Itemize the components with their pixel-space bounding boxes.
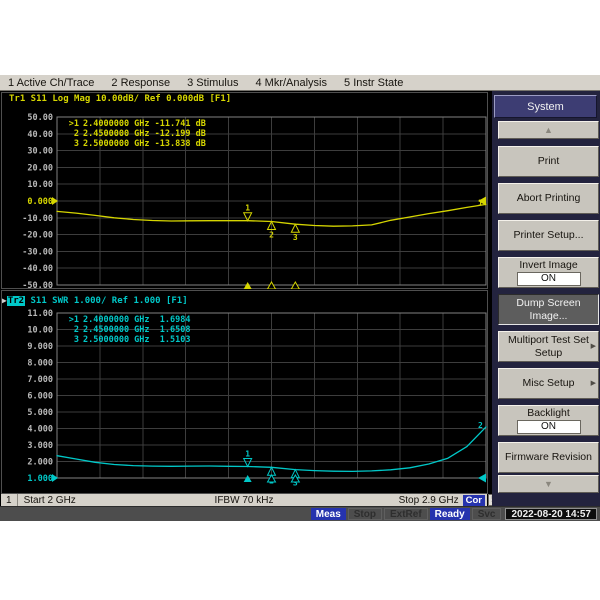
- softkey-label: Abort Printing: [516, 192, 581, 205]
- softkey-invert-image[interactable]: Invert Image ON: [498, 257, 599, 288]
- marker-readout-value: 2.4000000 GHz -11.741 dB: [83, 119, 206, 129]
- softkey-label: Printer Setup...: [513, 229, 584, 242]
- status-2022-08-20-14-57: 2022-08-20 14:57: [505, 508, 597, 520]
- marker-readout-number: >1: [69, 119, 79, 129]
- softkey-firmware-revision[interactable]: Firmware Revision: [498, 442, 599, 473]
- y-tick-label: 3.000: [27, 441, 53, 451]
- y-tick-label: 20.00: [27, 163, 53, 173]
- y-tick-label: 5.000: [27, 408, 53, 418]
- y-tick-label: 30.00: [27, 147, 53, 157]
- y-tick-label: -50.00: [22, 281, 53, 289]
- trace1-header-text: S11 Log Mag 10.00dB/ Ref 0.000dB [F1]: [25, 94, 232, 104]
- display-area: 50.00 40.00 30.00 20.00 10.00 0.000 -10.00 -20.…: [0, 91, 600, 506]
- marker-readout-value: 2.5000000 GHz -13.838 dB: [83, 139, 206, 149]
- y-tick-label: -30.00: [22, 247, 53, 257]
- stop-frequency: Stop 2.9 GHz: [398, 494, 459, 506]
- chart2-swr: 11.00 10.00 9.000 8.000 7.000 6.000 5.000 4.000…: [1, 290, 488, 494]
- status-bar: Meas Stop ExtRef Ready Svc 2022-08-20 14:57: [0, 506, 600, 521]
- ifbw-readout: IFBW 70 kHz: [214, 494, 274, 506]
- scroll-up-icon[interactable]: ▲: [498, 121, 599, 139]
- marker-1-number: 1: [245, 449, 250, 458]
- softkey-backlight[interactable]: Backlight ON: [498, 405, 599, 436]
- trace-number-flag: 2: [478, 421, 483, 430]
- menu-item-2[interactable]: 2 Response: [111, 77, 170, 89]
- y-tick-label: 7.000: [27, 375, 53, 385]
- softkey-abort-printing[interactable]: Abort Printing: [498, 183, 599, 214]
- softkey-printer-setup[interactable]: Printer Setup...: [498, 220, 599, 251]
- softkey-label: Print: [537, 155, 560, 168]
- marker-readout-value: 2.4000000 GHz 1.6984: [83, 315, 190, 325]
- chart1-log-mag: 50.00 40.00 30.00 20.00 10.00 0.000 -10.00 -20.…: [1, 92, 488, 289]
- y-tick-label: -10.00: [22, 214, 53, 224]
- softkey-label: Multiport Test Set Setup: [508, 334, 589, 359]
- status-ready: Ready: [429, 508, 470, 520]
- softkey-label: Dump Screen Image...: [516, 297, 581, 322]
- y-tick-label: -20.00: [22, 231, 53, 241]
- trace2-label: Tr2: [6, 296, 26, 306]
- status-extref: ExtRef: [383, 508, 428, 520]
- y-tick-label: 6.000: [27, 392, 53, 402]
- menu-item-1[interactable]: 1 Active Ch/Trace: [8, 77, 94, 89]
- status-stop: Stop: [347, 508, 382, 520]
- softkey-panel: System ▲ Print Abort Printing Printer Setup.…: [492, 91, 600, 506]
- marker-1-glyph[interactable]: [242, 212, 253, 222]
- ref-level-label: 0.000: [27, 197, 53, 207]
- y-tick-label: 8.000: [27, 359, 53, 369]
- status-meas: Meas: [310, 508, 346, 520]
- y-tick-label: 11.00: [27, 309, 53, 319]
- marker-readout-number: 2: [74, 325, 79, 335]
- menu-item-3[interactable]: 3 Stimulus: [187, 77, 238, 89]
- marker-readout-value: 2.5000000 GHz 1.5103: [83, 335, 190, 345]
- marker-1-number: 1: [245, 204, 250, 213]
- softkey-label: Misc Setup: [522, 377, 575, 390]
- y-tick-label: 10.00: [27, 326, 53, 336]
- trace1-label: Tr1: [9, 94, 26, 104]
- start-frequency: Start 2 GHz: [23, 494, 76, 506]
- trace2-header[interactable]: ▶Tr2 S11 SWR 1.000/ Ref 1.000 [F1]: [2, 295, 188, 307]
- softkey-misc-setup[interactable]: Misc Setup ▶: [498, 368, 599, 399]
- softkey-state-value: ON: [516, 420, 581, 435]
- marker-readout-value: 2.4500000 GHz -12.199 dB: [83, 129, 206, 139]
- marker-readout-number: 3: [74, 335, 79, 345]
- marker-readout-number: 3: [74, 139, 79, 149]
- y-tick-label: 4.000: [27, 425, 53, 435]
- softkey-label: Backlight: [527, 406, 570, 419]
- status-svc: Svc: [471, 508, 502, 520]
- ref-level-label: 1.000: [27, 474, 53, 484]
- menu-item-5[interactable]: 5 Instr State: [344, 77, 403, 89]
- submenu-arrow-icon: ▶: [590, 342, 596, 350]
- marker-3-number: 3: [293, 233, 298, 242]
- channel-number: 1: [3, 494, 18, 506]
- softkey-label: Invert Image: [519, 258, 578, 271]
- softkey-label: Firmware Revision: [505, 451, 592, 464]
- y-tick-label: 40.00: [27, 130, 53, 140]
- softkey-menu-title[interactable]: System: [494, 95, 597, 118]
- y-tick-label: 2.000: [27, 458, 53, 468]
- menu-bar: 1 Active Ch/Trace 2 Response 3 Stimulus 4 M…: [0, 74, 600, 91]
- ref-level-pointer-right: [478, 473, 486, 483]
- marker-readout-number: 2: [74, 129, 79, 139]
- scroll-down-icon[interactable]: ▼: [498, 475, 599, 493]
- y-tick-label: 50.00: [27, 113, 53, 123]
- softkey-dump-screen-image[interactable]: Dump Screen Image...: [498, 294, 599, 325]
- correction-badge: Cor: [462, 494, 485, 506]
- y-tick-label: 9.000: [27, 342, 53, 352]
- submenu-arrow-icon: ▶: [590, 379, 596, 387]
- vna-screen: 1 Active Ch/Trace 2 Response 3 Stimulus 4 M…: [0, 0, 600, 600]
- softkey-multiport-test-set-setup[interactable]: Multiport Test Set Setup ▶: [498, 331, 599, 362]
- marker-2-number: 2: [269, 230, 274, 239]
- y-tick-label: -40.00: [22, 264, 53, 274]
- trace-number-flag: 1: [478, 198, 483, 207]
- stimulus-bar: 1 Start 2 GHz IFBW 70 kHz Stop 2.9 GHz C…: [1, 494, 487, 506]
- softkey-print[interactable]: Print: [498, 146, 599, 177]
- softkey-state-value: ON: [516, 272, 581, 287]
- trace1-header[interactable]: Tr1 S11 Log Mag 10.00dB/ Ref 0.000dB [F1…: [9, 94, 231, 105]
- marker-3-glyph[interactable]: [290, 223, 301, 233]
- marker-readout-number: >1: [69, 315, 79, 325]
- y-tick-label: 10.00: [27, 180, 53, 190]
- trace2-header-text: S11 SWR 1.000/ Ref 1.000 [F1]: [25, 296, 188, 306]
- menu-item-4[interactable]: 4 Mkr/Analysis: [255, 77, 327, 89]
- marker-readout-value: 2.4500000 GHz 1.6508: [83, 325, 190, 335]
- marker-1-glyph[interactable]: [242, 457, 253, 468]
